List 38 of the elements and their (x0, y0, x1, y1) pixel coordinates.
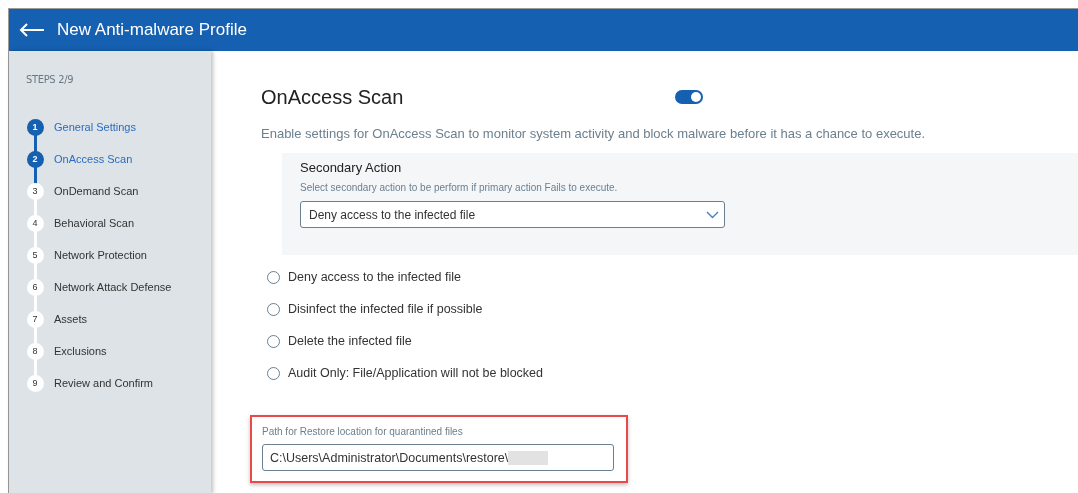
step-link[interactable]: Review and Confirm (54, 377, 154, 389)
step-number: 3 (26, 182, 44, 200)
option-label: Delete the infected file (288, 334, 412, 348)
step-link[interactable]: Network Attack Defense (54, 281, 172, 293)
step-number: 9 (26, 374, 44, 392)
step-link[interactable]: Network Protection (54, 249, 147, 261)
action-dropdown[interactable]: Deny access to the infected file (300, 201, 725, 228)
section-title: OnAccess Scan (261, 85, 405, 109)
step-link[interactable]: OnDemand Scan (54, 185, 139, 197)
step-number: 6 (26, 278, 44, 296)
step-number: 7 (26, 310, 44, 328)
field-hint: Select secondary action to be perform if primary action Fails to execute. (300, 182, 619, 193)
radio-button[interactable] (267, 302, 280, 316)
back-arrow-icon[interactable] (19, 23, 45, 37)
field-label: Path for Restore location for quarantined files (262, 426, 464, 437)
step-link[interactable]: Assets (54, 313, 87, 325)
enable-toggle[interactable] (675, 90, 703, 104)
page-title: New Anti-malware Profile (57, 20, 247, 40)
radio-button[interactable] (267, 270, 280, 284)
steps-counter: STEPS 2/9 (26, 73, 75, 86)
step-number: 8 (26, 342, 44, 360)
section-description: Enable settings for OnAccess Scan to monitor system activity and block malware before it has a chance to execute. (261, 126, 927, 141)
step-number: 1 (26, 118, 44, 136)
radio-button[interactable] (267, 366, 280, 380)
radio-button[interactable] (267, 334, 280, 348)
step-link[interactable]: Behavioral Scan (54, 217, 135, 229)
step-link[interactable]: OnAccess Scan (54, 153, 133, 165)
step-link[interactable]: Exclusions (54, 345, 107, 357)
option-label: Audit Only: File/Application will not be blocked (288, 366, 543, 380)
path-input-field[interactable]: C:\Users\Administrator\Documents\restore\ (262, 444, 614, 471)
step-number: 2 (26, 150, 44, 168)
chevron-down-icon (706, 210, 719, 219)
option-label: Deny access to the infected file (288, 270, 461, 284)
step-number: 5 (26, 246, 44, 264)
step-number: 4 (26, 214, 44, 232)
field-label: Secondary Action (300, 160, 403, 175)
step-link[interactable]: General Settings (54, 121, 136, 133)
option-label: Disinfect the infected file if possible (288, 302, 483, 316)
